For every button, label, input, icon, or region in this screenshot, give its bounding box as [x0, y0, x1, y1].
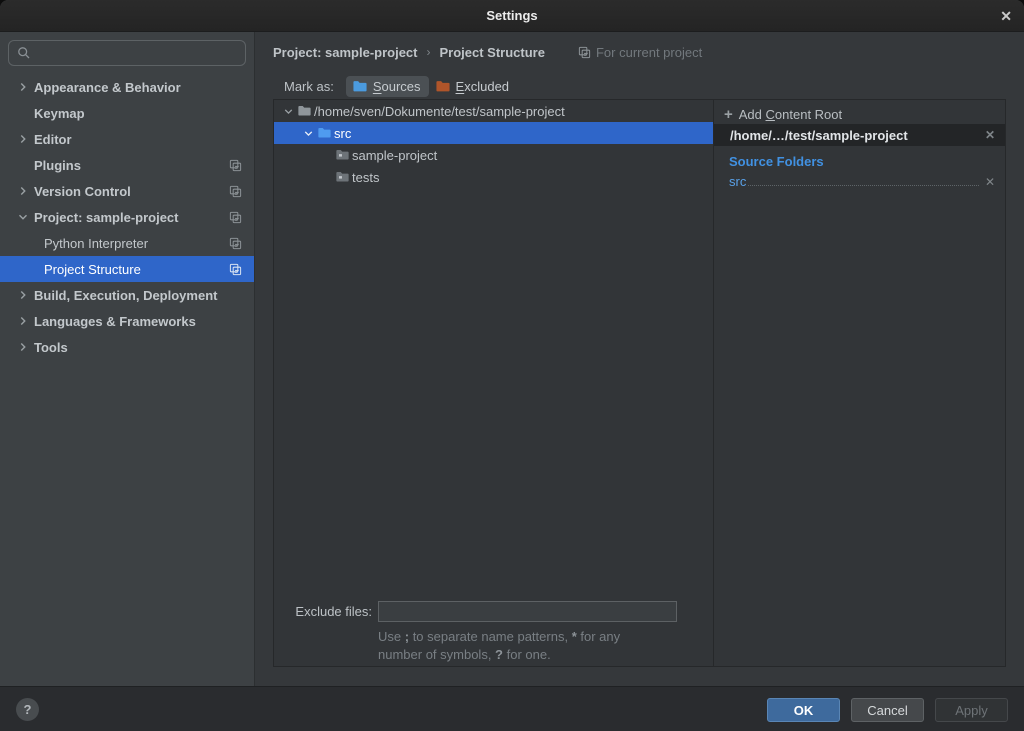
exclude-files-hint: Use ; to separate name patterns, * for a… — [378, 628, 620, 664]
sources-folder-icon — [352, 79, 368, 94]
sidebar-item-python-interpreter[interactable]: Python Interpreter — [0, 230, 254, 256]
sidebar-item-version-control[interactable]: Version Control — [0, 178, 254, 204]
settings-search[interactable] — [8, 40, 246, 66]
sidebar-item-appearance-behavior[interactable]: Appearance & Behavior — [0, 74, 254, 100]
settings-nav: Appearance & Behavior Keymap Editor Plug… — [0, 74, 254, 360]
plus-icon: + — [724, 106, 733, 123]
exclude-files-row: Exclude files: — [274, 601, 677, 622]
tree-row-sample-project[interactable]: sample-project — [274, 144, 713, 166]
shared-settings-icon — [229, 211, 242, 224]
mark-as-toolbar: Mark as: Sources Excluded — [284, 74, 517, 98]
content-root-path: /home/…/test/sample-project — [730, 128, 908, 143]
ok-button[interactable]: OK — [767, 698, 840, 722]
chevron-right-icon — [16, 314, 30, 328]
chevron-right-icon — [16, 340, 30, 354]
sidebar-item-languages-frameworks[interactable]: Languages & Frameworks — [0, 308, 254, 334]
chevron-down-icon — [302, 127, 315, 140]
content-tree-pane: /home/sven/Dokumente/test/sample-project… — [274, 100, 714, 666]
folder-icon — [335, 170, 350, 184]
breadcrumb: Project: sample-project › Project Struct… — [273, 41, 702, 63]
close-icon[interactable]: ✕ — [1000, 0, 1012, 32]
shared-settings-icon — [229, 263, 242, 276]
source-folder-icon — [317, 126, 332, 140]
sidebar-item-editor[interactable]: Editor — [0, 126, 254, 152]
sidebar-item-keymap[interactable]: Keymap — [0, 100, 254, 126]
project-structure-panel: /home/sven/Dokumente/test/sample-project… — [273, 99, 1006, 667]
folder-icon — [335, 148, 350, 162]
source-folder-name: src — [729, 174, 746, 189]
excluded-folder-icon — [435, 79, 451, 94]
apply-button[interactable]: Apply — [935, 698, 1008, 722]
breadcrumb-separator: › — [427, 45, 431, 59]
source-folder-entry-src[interactable]: src ✕ — [729, 174, 995, 189]
shared-settings-icon — [229, 159, 242, 172]
exclude-files-input[interactable] — [378, 601, 677, 622]
dotted-leader — [748, 185, 979, 186]
breadcrumb-project[interactable]: Project: sample-project — [273, 45, 418, 60]
add-content-root-button[interactable]: + Add Content Root — [724, 104, 842, 124]
dialog-title: Settings — [486, 8, 537, 23]
sidebar-item-plugins[interactable]: Plugins — [0, 152, 254, 178]
chevron-down-icon — [16, 210, 30, 224]
breadcrumb-section: Project Structure — [440, 45, 545, 60]
shared-settings-icon — [578, 46, 591, 59]
search-icon — [17, 46, 31, 60]
exclude-files-label: Exclude files: — [274, 604, 372, 619]
tree-row-src[interactable]: src — [274, 122, 713, 144]
chevron-right-icon — [16, 184, 30, 198]
cancel-button[interactable]: Cancel — [851, 698, 924, 722]
folder-icon — [297, 104, 312, 118]
sidebar-item-tools[interactable]: Tools — [0, 334, 254, 360]
settings-main: Project: sample-project › Project Struct… — [256, 32, 1024, 686]
chevron-right-icon — [16, 288, 30, 302]
scope-note: For current project — [578, 45, 702, 60]
remove-content-root-icon[interactable]: ✕ — [985, 128, 995, 142]
settings-dialog: Settings ✕ Appearance & Behavior Keymap … — [0, 0, 1024, 731]
shared-settings-icon — [229, 237, 242, 250]
dialog-footer: ? OK Cancel Apply — [0, 686, 1024, 731]
sidebar-item-project-structure[interactable]: Project Structure — [0, 256, 254, 282]
content-root-pane: + Add Content Root /home/…/test/sample-p… — [714, 100, 1005, 666]
mark-as-excluded-button[interactable]: Excluded — [429, 76, 517, 97]
content-root-entry[interactable]: /home/…/test/sample-project ✕ — [714, 124, 1005, 146]
search-input[interactable] — [37, 46, 237, 61]
chevron-down-icon — [282, 105, 295, 118]
tree-row-tests[interactable]: tests — [274, 166, 713, 188]
titlebar: Settings ✕ — [0, 0, 1024, 32]
remove-source-folder-icon[interactable]: ✕ — [985, 175, 995, 189]
source-folders-title: Source Folders — [729, 154, 824, 169]
chevron-right-icon — [16, 132, 30, 146]
mark-as-sources-button[interactable]: Sources — [346, 76, 429, 97]
chevron-right-icon — [16, 80, 30, 94]
tree-row-content-root[interactable]: /home/sven/Dokumente/test/sample-project — [274, 100, 713, 122]
shared-settings-icon — [229, 185, 242, 198]
settings-sidebar: Appearance & Behavior Keymap Editor Plug… — [0, 32, 255, 686]
sidebar-item-build-execution-deployment[interactable]: Build, Execution, Deployment — [0, 282, 254, 308]
sidebar-item-project[interactable]: Project: sample-project — [0, 204, 254, 230]
mark-as-label: Mark as: — [284, 79, 334, 94]
help-button[interactable]: ? — [16, 698, 39, 721]
